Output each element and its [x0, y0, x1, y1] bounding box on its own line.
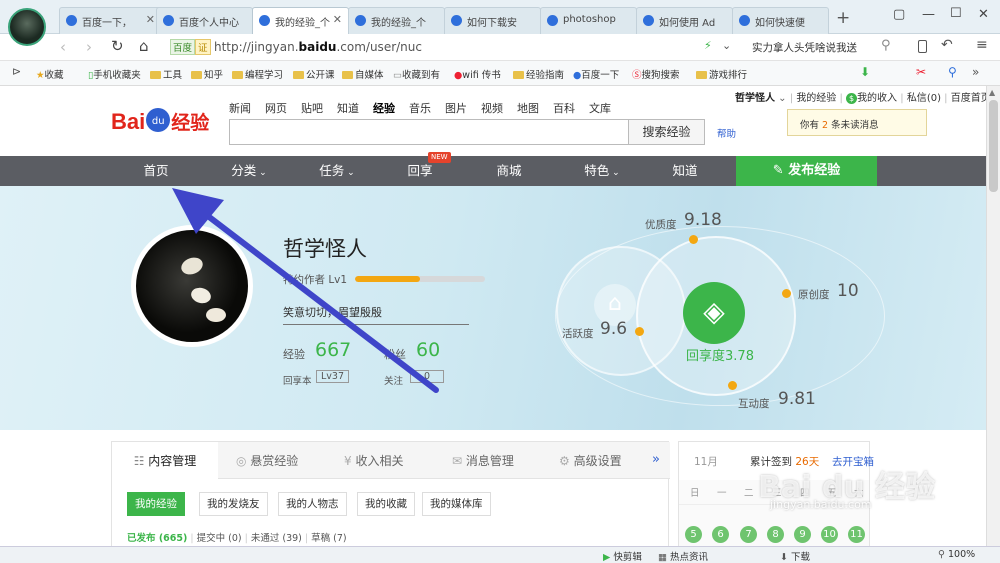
browser-tab[interactable]: 我的经验_个 [348, 7, 445, 34]
bookmark-item[interactable]: 工具 [150, 67, 182, 81]
sidebar-toggle-icon[interactable]: ⊳ [12, 65, 21, 78]
zoom-icon[interactable]: ⚲ [948, 65, 957, 79]
browser-tab[interactable]: photoshop [540, 7, 637, 34]
scroll-up-icon[interactable]: ▲ [989, 88, 995, 97]
download-icon[interactable]: ⬇ [860, 65, 870, 79]
browser-avatar[interactable] [8, 8, 46, 46]
sogou-icon: Ⓢ [632, 70, 642, 81]
star-icon: ★ [36, 70, 45, 81]
bookmark-item[interactable]: Ⓢ搜狗搜索 [632, 67, 680, 81]
bookmarks-bar: ⊳ ★收藏 ▯手机收藏夹 工具 知乎 编程学习 公开课 自媒体 ▭收藏到有 ●w… [0, 61, 1000, 86]
address-bar-row: ‹ › ↻ ⌂ 百度 证 http://jingyan.baidu.com/us… [0, 34, 1000, 61]
paw-icon [547, 15, 558, 26]
browser-tab[interactable]: 如何快速便 [732, 7, 829, 34]
paw-icon [451, 15, 462, 26]
bookmark-item[interactable]: 经验指南 [513, 67, 564, 81]
bookmark-item[interactable]: ▯手机收藏夹 [88, 67, 141, 81]
browser-tab[interactable]: 如何使用 Ad [636, 7, 733, 34]
grid-icon: ▦ [658, 552, 670, 563]
status-zoom[interactable]: ⚲ 100% [938, 549, 975, 560]
download-icon: ⬇ [780, 552, 791, 563]
chevron-down-icon[interactable]: ⌄ [722, 39, 731, 52]
paw-icon [259, 15, 270, 26]
annotation-arrow [172, 188, 439, 393]
home-icon[interactable]: ⌂ [139, 37, 149, 55]
page-icon: ▭ [393, 70, 402, 81]
search-icon[interactable]: ⚲ [881, 38, 891, 53]
url-field[interactable]: 百度 证 http://jingyan.baidu.com/user/nuc ⚡… [167, 37, 744, 58]
paw-icon [355, 15, 366, 26]
undo-icon[interactable]: ↶ [941, 37, 953, 53]
close-window-button[interactable]: ✕ [978, 7, 989, 22]
browser-search-input[interactable]: 实力拿人头凭啥说我送 [752, 40, 857, 55]
back-icon[interactable]: ‹ [60, 38, 66, 56]
browser-tab-active[interactable]: 我的经验_个 ✕ [252, 7, 349, 35]
status-quickcut[interactable]: ▶ 快剪辑 [603, 549, 642, 563]
bookmark-item[interactable]: ▭收藏到有 [393, 67, 440, 81]
close-icon[interactable]: ✕ [146, 13, 155, 26]
paw-icon [643, 15, 654, 26]
folder-icon [191, 71, 202, 79]
forward-icon[interactable]: › [86, 38, 92, 56]
bookmark-item[interactable]: 游戏排行 [696, 67, 747, 81]
minimize-button[interactable]: — [922, 7, 935, 22]
bookmark-item[interactable]: ●wifi 传书 [454, 67, 501, 81]
folder-icon [150, 71, 161, 79]
browser-tab[interactable]: 百度一下， ✕ [59, 7, 162, 34]
status-news[interactable]: ▦ 热点资讯 [658, 549, 708, 563]
cut-icon[interactable]: ✂ [916, 65, 926, 79]
new-tab-button[interactable]: + [836, 8, 850, 28]
pin-window-button[interactable]: ▢ [893, 7, 905, 22]
site-badge: 百度 [170, 39, 196, 55]
site-badge-verified: 证 [195, 39, 211, 55]
folder-icon [293, 71, 304, 79]
bookmark-item[interactable]: 自媒体 [342, 67, 384, 81]
refresh-icon[interactable]: ↻ [111, 37, 124, 55]
menu-icon[interactable]: ≡ [976, 37, 988, 53]
status-bar: ▶ 快剪辑 ▦ 热点资讯 ⬇ 下载 ⚲ 100% [0, 546, 1000, 563]
url-text: http://jingyan.baidu.com/user/nuc [214, 40, 422, 54]
browser-tab[interactable]: 如何下载安 [444, 7, 541, 34]
folder-icon [513, 71, 524, 79]
bookmark-item[interactable]: 知乎 [191, 67, 223, 81]
play-icon: ▶ [603, 552, 614, 563]
folder-icon [696, 71, 707, 79]
bookmark-item[interactable]: 公开课 [293, 67, 335, 81]
paw-icon [163, 15, 174, 26]
folder-icon [232, 71, 243, 79]
bolt-icon[interactable]: ⚡ [704, 39, 712, 52]
paw-icon [66, 15, 77, 26]
status-download[interactable]: ⬇ 下载 [780, 549, 810, 563]
web-page: Bai du 经验 新闻 网页 贴吧 知道 经验 音乐 图片 视频 地图 百科 文库… [0, 86, 986, 546]
zoom-icon: ⚲ [938, 549, 948, 560]
page-scrollbar[interactable]: ▲ [986, 86, 1000, 546]
folder-icon [342, 71, 353, 79]
paw-icon [739, 15, 750, 26]
bookmark-item[interactable]: ★收藏 [36, 67, 64, 81]
browser-tab-strip: 百度一下， ✕ 百度个人中心 我的经验_个 ✕ 我的经验_个 如何下载安 photo… [0, 0, 1000, 46]
bookmark-item[interactable]: ●百度一下 [573, 67, 619, 81]
bookmark-item[interactable]: 编程学习 [232, 67, 283, 81]
scrollbar-thumb[interactable] [989, 100, 998, 192]
maximize-button[interactable]: ☐ [950, 6, 962, 21]
device-icon[interactable] [918, 40, 927, 53]
close-icon[interactable]: ✕ [333, 13, 342, 26]
browser-tab[interactable]: 百度个人中心 [156, 7, 253, 34]
more-icon[interactable]: » [972, 65, 979, 79]
